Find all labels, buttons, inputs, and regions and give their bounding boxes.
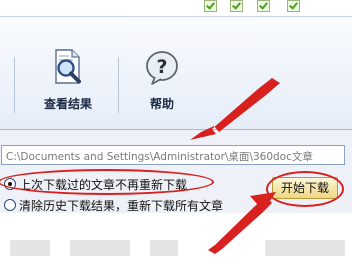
annotation-arrows — [190, 78, 280, 254]
arrow-to-button-icon — [208, 192, 276, 254]
arrow-to-path-icon — [190, 78, 280, 140]
